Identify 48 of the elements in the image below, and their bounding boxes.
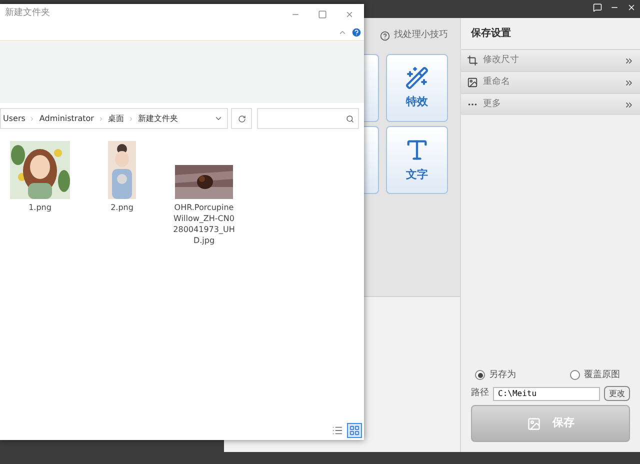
view-button[interactable]: [347, 423, 362, 438]
expand-icon: [624, 56, 634, 66]
chevron-icon: [128, 116, 134, 122]
expand-icon: [624, 78, 634, 88]
help-icon: [380, 31, 390, 41]
maximize-icon[interactable]: [318, 10, 327, 18]
file-item[interactable]: 2.png: [90, 139, 154, 213]
refresh-button[interactable]: [231, 108, 252, 129]
section-label: 更多: [483, 98, 502, 111]
radio-button[interactable]: [475, 370, 485, 380]
breadcrumb-item[interactable]: Users: [3, 112, 26, 124]
address-bar[interactable]: Users Administrator 桌面 新建文件夹: [0, 108, 228, 129]
radio-label: 覆盖原图: [584, 368, 620, 382]
crop-icon: [467, 55, 478, 66]
breadcrumb-item[interactable]: Administrator: [39, 112, 94, 124]
radio-button[interactable]: [570, 370, 580, 380]
section-label: 重命名: [483, 76, 511, 89]
settings-section[interactable]: 修改尺寸: [461, 49, 640, 71]
refresh-icon: [238, 114, 246, 122]
file-name: 1.png: [28, 202, 52, 213]
file-name: 2.png: [110, 202, 134, 213]
chevron-icon: [98, 116, 104, 122]
path-label: 路径: [471, 386, 489, 400]
settings-title: 保存设置: [470, 26, 512, 41]
file-name: OHR.PorcupineWillow_ZH-CN0280041973_UHD.jpg: [172, 202, 236, 246]
search-icon: [346, 114, 354, 122]
search-field[interactable]: [257, 108, 359, 129]
settings-section[interactable]: 更多: [461, 93, 640, 115]
settings-section[interactable]: 重命名: [461, 71, 640, 93]
chevron-icon: [29, 116, 36, 122]
feedback-icon[interactable]: [593, 2, 602, 12]
radio-label: 另存为: [489, 368, 516, 382]
tips-link[interactable]: 找处理小技巧: [394, 29, 448, 43]
section-label: 修改尺寸: [483, 54, 520, 67]
expand-icon: [624, 100, 634, 110]
help-icon[interactable]: [351, 26, 362, 38]
breadcrumb-item[interactable]: 新建文件夹: [138, 112, 178, 124]
tool-button[interactable]: 文字: [386, 126, 448, 194]
path-field[interactable]: C:\Meitu: [493, 386, 600, 400]
window-title: 新建文件夹: [5, 7, 51, 20]
file-item[interactable]: OHR.PorcupineWillow_ZH-CN0280041973_UHD.jpg: [172, 139, 236, 246]
breadcrumb-item[interactable]: 桌面: [108, 112, 124, 124]
file-item[interactable]: 1.png: [8, 139, 72, 213]
magic-wand-icon: [404, 66, 429, 90]
tool-button[interactable]: 特效: [386, 54, 448, 122]
dropdown-icon[interactable]: [214, 114, 223, 123]
change-button[interactable]: 更改: [604, 386, 630, 401]
image-icon: [467, 77, 478, 88]
